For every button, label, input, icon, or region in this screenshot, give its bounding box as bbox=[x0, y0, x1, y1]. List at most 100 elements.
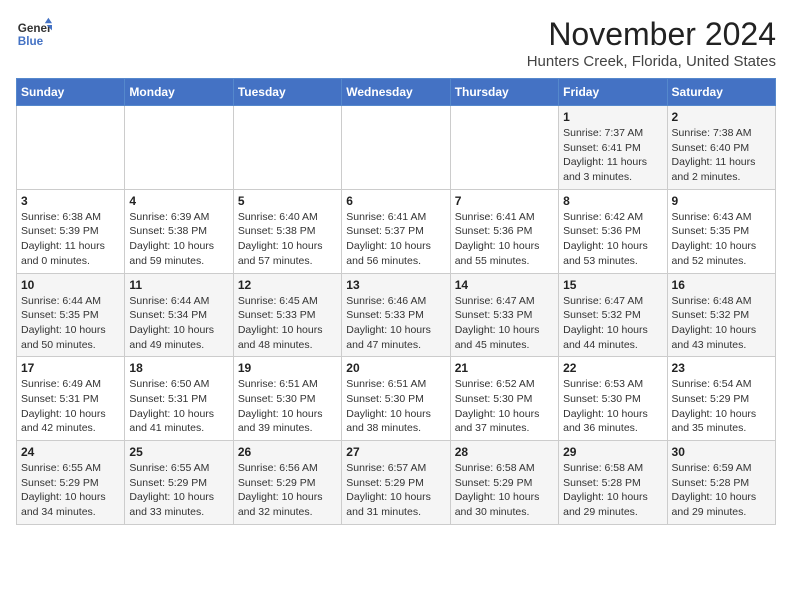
calendar-cell: 1 Sunrise: 7:37 AMSunset: 6:41 PMDaylight… bbox=[559, 106, 667, 190]
calendar-cell: 26 Sunrise: 6:56 AMSunset: 5:29 PMDayligh… bbox=[233, 441, 341, 525]
calendar-week-row: 24 Sunrise: 6:55 AMSunset: 5:29 PMDayligh… bbox=[17, 441, 776, 525]
day-number: 13 bbox=[346, 278, 445, 292]
day-info: Sunrise: 6:57 AMSunset: 5:29 PMDaylight:… bbox=[346, 461, 445, 520]
calendar-header: SundayMondayTuesdayWednesdayThursdayFrid… bbox=[17, 79, 776, 106]
day-number: 23 bbox=[672, 361, 771, 375]
day-number: 12 bbox=[238, 278, 337, 292]
calendar-cell: 15Sunrise: 6:47 AMSunset: 5:32 PMDayligh… bbox=[559, 273, 667, 357]
calendar-cell bbox=[17, 106, 125, 190]
calendar-cell: 14Sunrise: 6:47 AMSunset: 5:33 PMDayligh… bbox=[450, 273, 558, 357]
weekday-header: Tuesday bbox=[233, 79, 341, 106]
day-number: 26 bbox=[238, 445, 337, 459]
logo: General Blue bbox=[16, 16, 52, 52]
calendar-cell: 30 Sunrise: 6:59 AMSunset: 5:28 PMDayligh… bbox=[667, 441, 775, 525]
day-info: Sunrise: 6:55 AMSunset: 5:29 PMDaylight:… bbox=[129, 461, 228, 520]
day-number: 30 bbox=[672, 445, 771, 459]
day-info: Sunrise: 6:45 AMSunset: 5:33 PMDaylight:… bbox=[238, 294, 337, 353]
weekday-header: Saturday bbox=[667, 79, 775, 106]
day-info: Sunrise: 6:48 AMSunset: 5:32 PMDaylight:… bbox=[672, 294, 771, 353]
day-number: 25 bbox=[129, 445, 228, 459]
weekday-header: Friday bbox=[559, 79, 667, 106]
day-info: Sunrise: 7:38 AMSunset: 6:40 PMDaylight:… bbox=[672, 126, 771, 185]
day-number: 27 bbox=[346, 445, 445, 459]
day-number: 2 bbox=[672, 110, 771, 124]
day-number: 10 bbox=[21, 278, 120, 292]
day-number: 29 bbox=[563, 445, 662, 459]
day-info: Sunrise: 6:58 AMSunset: 5:29 PMDaylight:… bbox=[455, 461, 554, 520]
weekday-header: Thursday bbox=[450, 79, 558, 106]
day-info: Sunrise: 6:51 AMSunset: 5:30 PMDaylight:… bbox=[238, 377, 337, 436]
calendar-cell: 4 Sunrise: 6:39 AMSunset: 5:38 PMDaylight… bbox=[125, 189, 233, 273]
calendar-cell: 5 Sunrise: 6:40 AMSunset: 5:38 PMDaylight… bbox=[233, 189, 341, 273]
weekday-header: Sunday bbox=[17, 79, 125, 106]
calendar-cell: 16 Sunrise: 6:48 AMSunset: 5:32 PMDayligh… bbox=[667, 273, 775, 357]
day-info: Sunrise: 6:41 AMSunset: 5:36 PMDaylight:… bbox=[455, 210, 554, 269]
calendar-week-row: 1 Sunrise: 7:37 AMSunset: 6:41 PMDaylight… bbox=[17, 106, 776, 190]
day-info: Sunrise: 6:40 AMSunset: 5:38 PMDaylight:… bbox=[238, 210, 337, 269]
calendar-cell: 8Sunrise: 6:42 AMSunset: 5:36 PMDaylight… bbox=[559, 189, 667, 273]
calendar-cell: 24 Sunrise: 6:55 AMSunset: 5:29 PMDayligh… bbox=[17, 441, 125, 525]
day-number: 3 bbox=[21, 194, 120, 208]
page-header: General Blue November 2024 Hunters Creek… bbox=[16, 16, 776, 70]
calendar-cell: 29 Sunrise: 6:58 AMSunset: 5:28 PMDayligh… bbox=[559, 441, 667, 525]
day-number: 16 bbox=[672, 278, 771, 292]
day-number: 20 bbox=[346, 361, 445, 375]
calendar-cell: 27 Sunrise: 6:57 AMSunset: 5:29 PMDayligh… bbox=[342, 441, 450, 525]
day-info: Sunrise: 6:42 AMSunset: 5:36 PMDaylight:… bbox=[563, 210, 662, 269]
day-info: Sunrise: 6:46 AMSunset: 5:33 PMDaylight:… bbox=[346, 294, 445, 353]
day-number: 21 bbox=[455, 361, 554, 375]
day-info: Sunrise: 6:39 AMSunset: 5:38 PMDaylight:… bbox=[129, 210, 228, 269]
day-info: Sunrise: 6:58 AMSunset: 5:28 PMDaylight:… bbox=[563, 461, 662, 520]
day-number: 5 bbox=[238, 194, 337, 208]
day-number: 11 bbox=[129, 278, 228, 292]
calendar-cell: 7 Sunrise: 6:41 AMSunset: 5:36 PMDaylight… bbox=[450, 189, 558, 273]
calendar-cell: 12 Sunrise: 6:45 AMSunset: 5:33 PMDayligh… bbox=[233, 273, 341, 357]
day-info: Sunrise: 6:56 AMSunset: 5:29 PMDaylight:… bbox=[238, 461, 337, 520]
calendar-cell bbox=[233, 106, 341, 190]
calendar-week-row: 3 Sunrise: 6:38 AMSunset: 5:39 PMDaylight… bbox=[17, 189, 776, 273]
page-title: November 2024 bbox=[527, 16, 776, 53]
calendar-cell: 6 Sunrise: 6:41 AMSunset: 5:37 PMDaylight… bbox=[342, 189, 450, 273]
day-number: 24 bbox=[21, 445, 120, 459]
day-number: 6 bbox=[346, 194, 445, 208]
calendar-cell: 25 Sunrise: 6:55 AMSunset: 5:29 PMDayligh… bbox=[125, 441, 233, 525]
day-info: Sunrise: 6:43 AMSunset: 5:35 PMDaylight:… bbox=[672, 210, 771, 269]
day-info: Sunrise: 6:59 AMSunset: 5:28 PMDaylight:… bbox=[672, 461, 771, 520]
calendar-table: SundayMondayTuesdayWednesdayThursdayFrid… bbox=[16, 78, 776, 525]
day-info: Sunrise: 6:38 AMSunset: 5:39 PMDaylight:… bbox=[21, 210, 120, 269]
calendar-cell: 17Sunrise: 6:49 AMSunset: 5:31 PMDayligh… bbox=[17, 357, 125, 441]
day-info: Sunrise: 6:50 AMSunset: 5:31 PMDaylight:… bbox=[129, 377, 228, 436]
day-info: Sunrise: 6:52 AMSunset: 5:30 PMDaylight:… bbox=[455, 377, 554, 436]
calendar-cell: 21 Sunrise: 6:52 AMSunset: 5:30 PMDayligh… bbox=[450, 357, 558, 441]
calendar-cell: 10 Sunrise: 6:44 AMSunset: 5:35 PMDayligh… bbox=[17, 273, 125, 357]
calendar-cell: 28Sunrise: 6:58 AMSunset: 5:29 PMDayligh… bbox=[450, 441, 558, 525]
day-info: Sunrise: 6:55 AMSunset: 5:29 PMDaylight:… bbox=[21, 461, 120, 520]
calendar-cell: 3 Sunrise: 6:38 AMSunset: 5:39 PMDaylight… bbox=[17, 189, 125, 273]
page-subtitle: Hunters Creek, Florida, United States bbox=[527, 53, 776, 70]
day-number: 17 bbox=[21, 361, 120, 375]
calendar-cell: 13 Sunrise: 6:46 AMSunset: 5:33 PMDayligh… bbox=[342, 273, 450, 357]
title-block: November 2024 Hunters Creek, Florida, Un… bbox=[527, 16, 776, 70]
day-number: 22 bbox=[563, 361, 662, 375]
calendar-week-row: 17Sunrise: 6:49 AMSunset: 5:31 PMDayligh… bbox=[17, 357, 776, 441]
day-number: 18 bbox=[129, 361, 228, 375]
calendar-week-row: 10 Sunrise: 6:44 AMSunset: 5:35 PMDayligh… bbox=[17, 273, 776, 357]
weekday-header: Monday bbox=[125, 79, 233, 106]
day-info: Sunrise: 6:51 AMSunset: 5:30 PMDaylight:… bbox=[346, 377, 445, 436]
day-number: 4 bbox=[129, 194, 228, 208]
day-info: Sunrise: 7:37 AMSunset: 6:41 PMDaylight:… bbox=[563, 126, 662, 185]
weekday-header: Wednesday bbox=[342, 79, 450, 106]
day-info: Sunrise: 6:44 AMSunset: 5:35 PMDaylight:… bbox=[21, 294, 120, 353]
calendar-cell: 18 Sunrise: 6:50 AMSunset: 5:31 PMDayligh… bbox=[125, 357, 233, 441]
calendar-cell bbox=[450, 106, 558, 190]
logo-icon: General Blue bbox=[16, 16, 52, 52]
calendar-cell bbox=[342, 106, 450, 190]
day-info: Sunrise: 6:41 AMSunset: 5:37 PMDaylight:… bbox=[346, 210, 445, 269]
svg-text:Blue: Blue bbox=[18, 35, 44, 48]
day-number: 1 bbox=[563, 110, 662, 124]
day-number: 9 bbox=[672, 194, 771, 208]
day-number: 7 bbox=[455, 194, 554, 208]
day-info: Sunrise: 6:47 AMSunset: 5:33 PMDaylight:… bbox=[455, 294, 554, 353]
day-number: 19 bbox=[238, 361, 337, 375]
calendar-cell bbox=[125, 106, 233, 190]
